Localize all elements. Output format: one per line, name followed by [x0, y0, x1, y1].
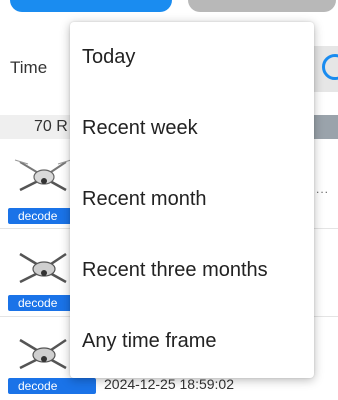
drone-icon: [19, 252, 67, 284]
drone-icon: [19, 338, 67, 370]
list-header-action: [314, 115, 338, 139]
row-more: ...: [316, 182, 330, 196]
time-range-dropdown: Today Recent week Recent month Recent th…: [70, 22, 314, 378]
dropdown-item-recent-three-months[interactable]: Recent three months: [70, 235, 314, 306]
dropdown-item-recent-week[interactable]: Recent week: [70, 93, 314, 164]
secondary-tab-button[interactable]: [188, 0, 336, 12]
drone-icon: [14, 159, 72, 192]
dropdown-item-any-time-frame[interactable]: Any time frame: [70, 306, 314, 377]
dropdown-item-recent-month[interactable]: Recent month: [70, 164, 314, 235]
time-filter-label[interactable]: Time: [10, 58, 47, 78]
record-count: 70 R: [34, 118, 68, 135]
primary-tab-button[interactable]: [10, 0, 172, 12]
dropdown-item-today[interactable]: Today: [70, 22, 314, 93]
decode-tag[interactable]: decode: [8, 378, 96, 394]
screen: Time 70 R decode ... decode decode 2024-…: [0, 0, 338, 400]
row-timestamp: 2024-12-25 18:59:02: [104, 376, 234, 392]
